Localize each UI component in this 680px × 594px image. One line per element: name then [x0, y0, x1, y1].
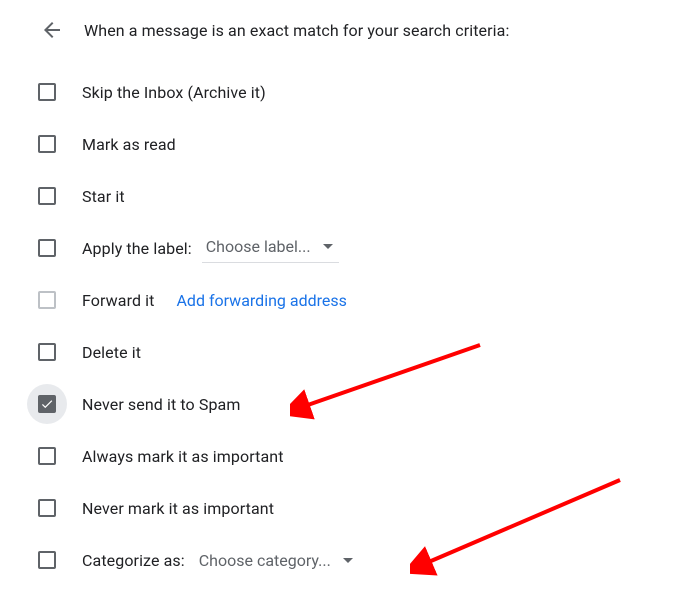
label-star: Star it: [82, 187, 125, 206]
caret-down-icon: [323, 244, 333, 249]
back-button[interactable]: [40, 18, 64, 42]
link-add-forwarding[interactable]: Add forwarding address: [176, 291, 346, 310]
dropdown-choose-category-text: Choose category...: [199, 551, 331, 570]
checkbox-never-important[interactable]: [38, 499, 56, 517]
checkbox-never-spam[interactable]: [38, 395, 56, 413]
dropdown-choose-category[interactable]: Choose category...: [195, 547, 359, 574]
checkbox-delete[interactable]: [38, 343, 56, 361]
checkbox-apply-label[interactable]: [38, 239, 56, 257]
header-row: When a message is an exact match for you…: [0, 0, 680, 54]
header-title: When a message is an exact match for you…: [84, 21, 509, 40]
label-mark-read: Mark as read: [82, 135, 176, 154]
dropdown-choose-label-text: Choose label...: [206, 237, 311, 256]
label-always-important: Always mark it as important: [82, 447, 284, 466]
option-always-important: Always mark it as important: [38, 430, 660, 482]
option-apply-label: Apply the label: Choose label...: [38, 222, 660, 274]
label-delete: Delete it: [82, 343, 141, 362]
checkbox-forward[interactable]: [38, 291, 56, 309]
option-forward: Forward it Add forwarding address: [38, 274, 660, 326]
checkbox-always-important[interactable]: [38, 447, 56, 465]
filter-options-list: Skip the Inbox (Archive it) Mark as read…: [0, 54, 680, 586]
label-never-important: Never mark it as important: [82, 499, 274, 518]
label-never-spam: Never send it to Spam: [82, 395, 240, 414]
checkbox-mark-read[interactable]: [38, 135, 56, 153]
option-categorize: Categorize as: Choose category...: [38, 534, 660, 586]
label-forward: Forward it: [82, 291, 154, 310]
checkbox-categorize[interactable]: [38, 551, 56, 569]
caret-down-icon: [343, 558, 353, 563]
option-mark-read: Mark as read: [38, 118, 660, 170]
option-never-spam: Never send it to Spam: [38, 378, 660, 430]
option-never-important: Never mark it as important: [38, 482, 660, 534]
option-skip-inbox: Skip the Inbox (Archive it): [38, 66, 660, 118]
option-delete: Delete it: [38, 326, 660, 378]
dropdown-choose-label[interactable]: Choose label...: [202, 233, 339, 263]
checkbox-skip-inbox[interactable]: [38, 83, 56, 101]
option-star: Star it: [38, 170, 660, 222]
label-skip-inbox: Skip the Inbox (Archive it): [82, 83, 266, 102]
checkbox-star[interactable]: [38, 187, 56, 205]
arrow-left-icon: [40, 18, 64, 42]
label-categorize: Categorize as:: [82, 551, 185, 570]
label-apply-label: Apply the label:: [82, 239, 192, 258]
